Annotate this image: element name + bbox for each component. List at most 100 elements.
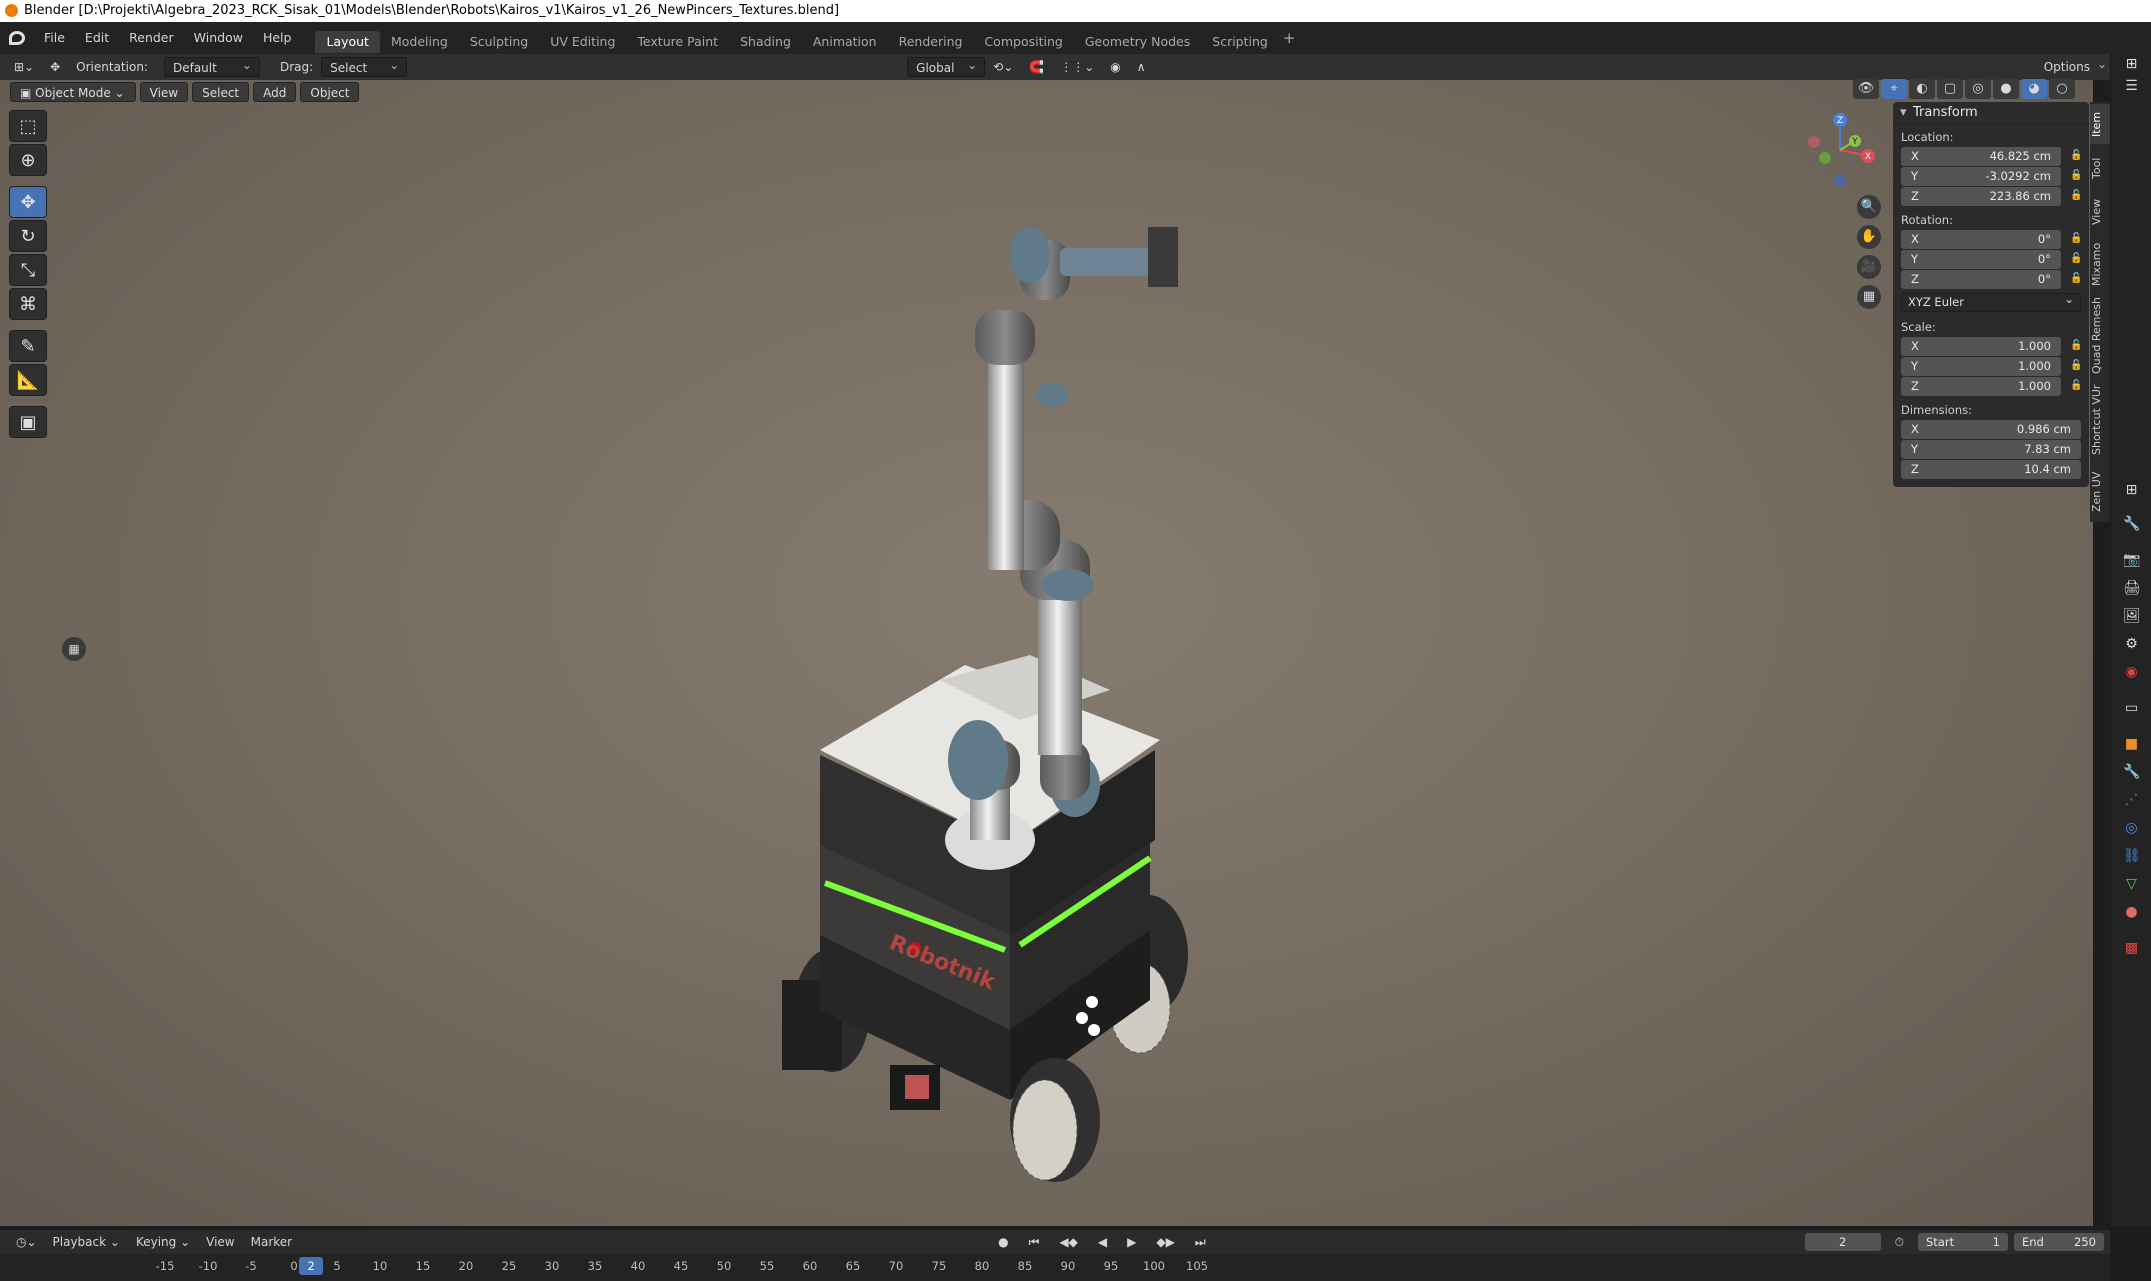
timeline-menu-playback[interactable]: Playback ⌄ (45, 1232, 128, 1252)
sidebar-tab-mixamo[interactable]: Mixamo (2090, 236, 2110, 292)
tab-geometry-nodes[interactable]: Geometry Nodes (1074, 31, 1201, 53)
solid-shading-icon[interactable]: ● (1993, 79, 2019, 99)
view-layer-icon[interactable]: 🖼 (2123, 608, 2141, 625)
wireframe-shading-icon[interactable]: ◎ (1965, 79, 1991, 99)
tab-scripting[interactable]: Scripting (1201, 31, 1279, 53)
particles-icon[interactable]: ⋰ (2123, 792, 2140, 809)
camera-view-icon[interactable]: 🎥 (1857, 255, 1881, 279)
collection-properties-icon[interactable]: ▭ (2123, 700, 2140, 717)
tab-animation[interactable]: Animation (802, 31, 888, 53)
rotation-y-field[interactable]: Y 0° 🔓 (1901, 250, 2082, 269)
object-properties-icon[interactable]: ■ (2123, 736, 2140, 753)
output-properties-icon[interactable]: 🖨 (2123, 580, 2141, 597)
tab-texture-paint[interactable]: Texture Paint (626, 31, 729, 53)
data-properties-icon[interactable]: ▽ (2123, 876, 2140, 893)
rotation-mode-dropdown[interactable]: XYZ Euler (1901, 291, 2081, 312)
sidebar-tab-zen-uv[interactable]: Zen UV (2090, 464, 2110, 520)
tab-compositing[interactable]: Compositing (973, 31, 1073, 53)
rotation-x-field[interactable]: X 0° 🔓 (1901, 230, 2082, 249)
sidebar-tab-item[interactable]: Item (2090, 104, 2110, 144)
asset-browser-toggle-icon[interactable]: ▦ (62, 637, 86, 661)
orientation-dropdown[interactable]: Default (163, 55, 260, 77)
editor-type-icon[interactable]: ⊞ (2123, 56, 2140, 73)
timeline-editor-icon[interactable]: ◷⌄ (8, 1232, 45, 1252)
menu-render[interactable]: Render (119, 22, 184, 54)
play-icon[interactable]: ▶ (1119, 1232, 1144, 1252)
sidebar-tab-quad-remesh[interactable]: Quad Remesh (2090, 296, 2110, 376)
navigation-gizmo[interactable]: Z X Y (1800, 110, 1880, 190)
measure-icon[interactable]: 📐 (9, 364, 47, 396)
timeline-menu-marker[interactable]: Marker (243, 1232, 300, 1252)
menu-window[interactable]: Window (184, 22, 253, 54)
drag-dropdown[interactable]: Select Box (321, 55, 408, 95)
end-frame-field[interactable]: End 250 (2014, 1233, 2104, 1251)
jump-end-icon[interactable]: ⏭ (1187, 1232, 1214, 1252)
transform-panel-header[interactable]: Transform (1893, 102, 2089, 124)
3d-viewport[interactable]: Robotnik (0, 80, 2093, 1226)
robot-scene[interactable]: Robotnik (0, 80, 2093, 1226)
move-tool-icon[interactable]: ✥ (42, 57, 68, 77)
jump-start-icon[interactable]: ⏮ (1021, 1232, 1048, 1252)
rotation-z-field[interactable]: Z 0° 🔓 (1901, 270, 2082, 289)
scale-x-field[interactable]: X 1.000 🔓 (1901, 337, 2082, 356)
tool-properties-icon[interactable]: 🔧 (2123, 516, 2140, 533)
viewport-menu-object[interactable]: Object (300, 82, 360, 102)
start-frame-field[interactable]: Start 1 (1918, 1233, 2008, 1251)
timeline-ruler[interactable]: -15 -10 -5 0 2 5 10 15 20 25 30 35 40 45 50 55 60 65 70 75 8… (0, 1254, 2110, 1281)
lock-icon[interactable]: 🔓 (2070, 360, 2082, 372)
timeline-menu-keying[interactable]: Keying ⌄ (128, 1232, 198, 1252)
pan-hand-icon[interactable]: ✋ (1857, 225, 1881, 249)
tab-modeling[interactable]: Modeling (380, 31, 459, 53)
stopwatch-icon[interactable]: ⏱ (1887, 1232, 1912, 1252)
options-dropdown[interactable]: Options (2035, 54, 2114, 77)
tab-sculpting[interactable]: Sculpting (459, 31, 539, 53)
scale-z-field[interactable]: Z 1.000 🔓 (1901, 377, 2082, 396)
outliner-icon[interactable]: ☰ (2123, 78, 2140, 95)
lock-icon[interactable]: 🔓 (2070, 150, 2082, 162)
blender-menu-icon[interactable] (0, 22, 34, 54)
play-reverse-icon[interactable]: ◀ (1090, 1232, 1115, 1252)
transform-icon[interactable]: ⌘ (9, 288, 47, 320)
pivot-icon[interactable]: ⟲⌄ (985, 57, 1021, 77)
tab-layout[interactable]: Layout (315, 31, 380, 53)
material-properties-icon[interactable]: ● (2123, 904, 2140, 921)
zoom-icon[interactable]: 🔍 (1857, 195, 1881, 219)
sidebar-tab-view[interactable]: View (2090, 192, 2110, 232)
snap-grid-icon[interactable]: ⋮⋮⌄ (1052, 57, 1102, 77)
overlay-toggle-icon[interactable]: ◐ (1909, 79, 1935, 99)
dimensions-y-field[interactable]: Y 7.83 cm (1901, 440, 2081, 459)
viewport-menu-select[interactable]: Select (192, 82, 250, 102)
menu-edit[interactable]: Edit (75, 22, 119, 54)
sidebar-tab-shortcut-vur[interactable]: Shortcut VUr (2090, 380, 2110, 460)
current-frame-field[interactable]: 2 (1804, 1233, 1881, 1251)
tab-shading[interactable]: Shading (729, 31, 802, 53)
texture-properties-icon[interactable]: ▩ (2123, 940, 2140, 957)
lock-icon[interactable]: 🔓 (2070, 273, 2082, 285)
falloff-icon[interactable]: ∧ (1129, 57, 1154, 77)
xray-icon[interactable]: ▢ (1937, 79, 1963, 99)
rotate-icon[interactable]: ↻ (9, 220, 47, 252)
object-mode-dropdown[interactable]: ▣ Object Mode ⌄ (10, 82, 136, 102)
modifier-properties-icon[interactable]: 🔧 (2123, 764, 2140, 781)
physics-icon[interactable]: ◎ (2123, 820, 2140, 837)
tab-rendering[interactable]: Rendering (888, 31, 974, 53)
snap-icon[interactable]: 🧲 (1021, 57, 1052, 77)
location-x-field[interactable]: X 46.825 cm 🔓 (1901, 147, 2082, 166)
world-properties-icon[interactable]: ◉ (2123, 664, 2140, 681)
add-workspace-icon[interactable]: + (1283, 29, 1296, 53)
viewport-menu-add[interactable]: Add (253, 82, 297, 102)
render-properties-icon[interactable]: 📷 (2123, 552, 2140, 569)
lock-icon[interactable]: 🔓 (2070, 340, 2082, 352)
dimensions-z-field[interactable]: Z 10.4 cm (1901, 460, 2081, 479)
properties-editor-icon[interactable]: ⊞ (2123, 482, 2140, 499)
next-keyframe-icon[interactable]: ◆▶ (1148, 1232, 1182, 1252)
proportional-edit-icon[interactable]: ◉ (1102, 57, 1128, 77)
add-cube-icon[interactable]: ▣ (9, 406, 47, 438)
scene-properties-icon[interactable]: ⚙ (2123, 636, 2140, 653)
editor-type-icon[interactable]: ⊞⌄ (6, 57, 42, 77)
material-shading-icon[interactable]: ◕ (2021, 79, 2047, 99)
rendered-shading-icon[interactable]: ○ (2049, 79, 2075, 99)
cursor-icon[interactable]: ⊕ (9, 144, 47, 176)
scale-y-field[interactable]: Y 1.000 🔓 (1901, 357, 2082, 376)
location-z-field[interactable]: Z 223.86 cm 🔓 (1901, 187, 2082, 206)
